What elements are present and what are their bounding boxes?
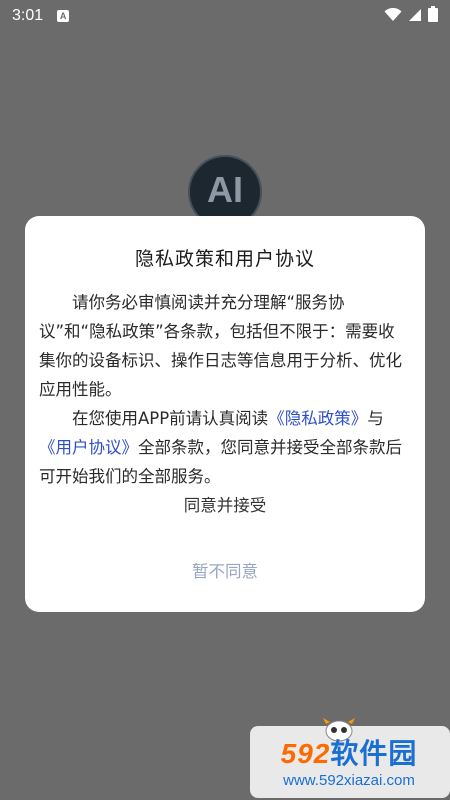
paragraph-2-mid: 与 xyxy=(367,409,384,428)
privacy-policy-link[interactable]: 《隐私政策》 xyxy=(268,409,367,428)
app-logo-text: AI xyxy=(207,169,243,210)
watermark-url: www.592xiazai.com xyxy=(283,772,415,789)
battery-icon xyxy=(428,6,438,26)
watermark-brand: 592软件园 xyxy=(248,732,450,772)
status-time: 3:01 xyxy=(12,7,44,24)
notification-icon: A xyxy=(57,10,70,22)
paragraph-2-prefix: 在您使用APP前请认真阅读 xyxy=(72,409,269,428)
status-left: 3:01 A xyxy=(12,7,70,25)
status-right xyxy=(384,6,438,26)
watermark: 592软件园 www.592xiazai.com xyxy=(244,716,450,800)
dialog-paragraph-2: 在您使用APP前请认真阅读《隐私政策》与《用户协议》全部条款，您同意并接受全部条… xyxy=(39,404,411,491)
user-agreement-link[interactable]: 《用户协议》 xyxy=(39,438,138,457)
watermark-brand-number: 592 xyxy=(280,738,331,769)
status-bar: 3:01 A xyxy=(0,0,450,32)
decline-button[interactable]: 暂不同意 xyxy=(25,558,425,582)
watermark-brand-text: 软件园 xyxy=(330,738,418,769)
accept-button[interactable]: 同意并接受 xyxy=(25,492,425,516)
privacy-dialog: 隐私政策和用户协议 请你务必审慎阅读并充分理解“服务协议”和“隐私政策”各条款，… xyxy=(25,216,425,612)
wifi-icon xyxy=(384,7,402,26)
dialog-body: 请你务必审慎阅读并充分理解“服务协议”和“隐私政策”各条款，包括但不限于：需要收… xyxy=(39,288,411,491)
dialog-title: 隐私政策和用户协议 xyxy=(134,248,315,270)
signal-icon xyxy=(408,7,422,26)
dialog-paragraph-1: 请你务必审慎阅读并充分理解“服务协议”和“隐私政策”各条款，包括但不限于：需要收… xyxy=(39,293,402,399)
